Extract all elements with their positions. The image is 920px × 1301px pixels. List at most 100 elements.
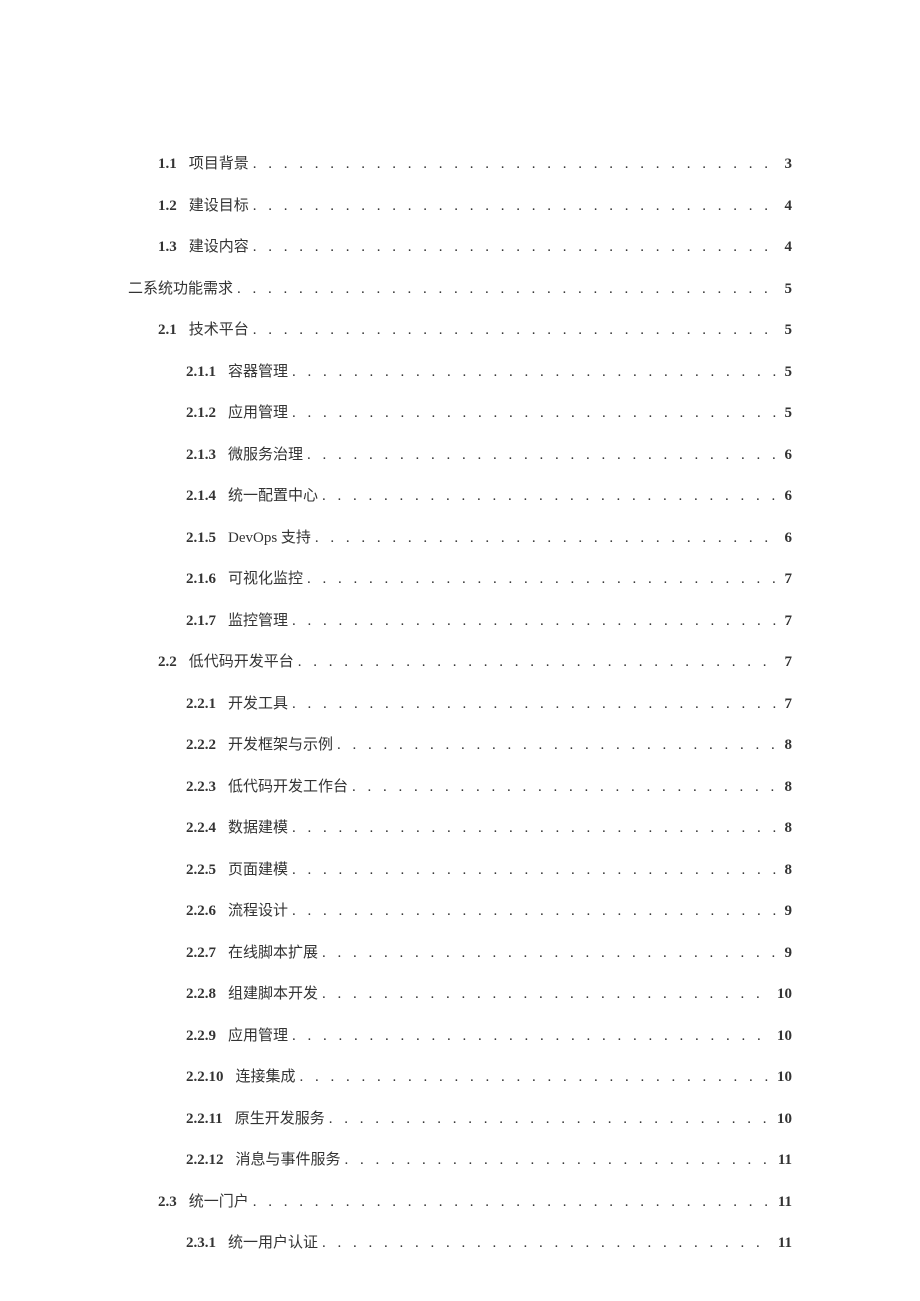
toc-entry[interactable]: 2.2.3 低代码开发工作台. . . . . . . . . . . . . .… — [186, 778, 792, 798]
toc-number: 2.1.2 — [186, 404, 216, 424]
toc-leader: . . . . . . . . . . . . . . . . . . . . … — [292, 861, 778, 881]
toc-number: 2.2.3 — [186, 778, 216, 798]
toc-entry[interactable]: 2.1 技术平台. . . . . . . . . . . . . . . . .… — [158, 321, 792, 341]
toc-number: 2.2 — [158, 653, 177, 673]
toc-entry[interactable]: 2.2.6流程设计. . . . . . . . . . . . . . . .… — [186, 902, 792, 922]
toc-entry[interactable]: 1.1项目背景. . . . . . . . . . . . . . . . .… — [158, 155, 792, 175]
toc-page: 6 — [785, 529, 793, 549]
toc-number: 2.2.6 — [186, 902, 216, 922]
toc-number: 2.2.11 — [186, 1110, 223, 1130]
toc-entry[interactable]: 2.2.5 页面建模. . . . . . . . . . . . . . . .… — [186, 861, 792, 881]
toc-number: 2.2.5 — [186, 861, 216, 881]
toc-leader: . . . . . . . . . . . . . . . . . . . . … — [292, 1027, 771, 1047]
toc-page: 5 — [785, 280, 793, 300]
toc-page: 6 — [785, 446, 793, 466]
toc-page: 7 — [785, 653, 793, 673]
toc-leader: . . . . . . . . . . . . . . . . . . . . … — [253, 321, 779, 341]
toc-number: 2.1 — [158, 321, 177, 341]
toc-leader: . . . . . . . . . . . . . . . . . . . . … — [322, 944, 778, 964]
toc-entry[interactable]: 1.2建设目标. . . . . . . . . . . . . . . . .… — [158, 197, 792, 217]
toc-entry[interactable]: 2.2.12消息与事件服务. . . . . . . . . . . . . .… — [186, 1151, 792, 1171]
toc-title: 开发框架与示例 — [228, 736, 333, 756]
toc-title: 数据建模 — [228, 819, 288, 839]
toc-number: 2.1.6 — [186, 570, 216, 590]
toc-leader: . . . . . . . . . . . . . . . . . . . . … — [315, 529, 779, 549]
toc-leader: . . . . . . . . . . . . . . . . . . . . … — [253, 1193, 772, 1213]
toc-page: 8 — [785, 861, 793, 881]
toc-title: 可视化监控 — [228, 570, 303, 590]
toc-page: 11 — [778, 1234, 792, 1254]
toc-entry[interactable]: 2.1.1容器管理. . . . . . . . . . . . . . . .… — [186, 363, 792, 383]
toc-entry[interactable]: 2.1.6 可视化监控. . . . . . . . . . . . . . . … — [186, 570, 792, 590]
toc-entry[interactable]: 2.3 统一门户. . . . . . . . . . . . . . . . .… — [158, 1193, 792, 1213]
toc-title: 组建脚本开发 — [228, 985, 318, 1005]
toc-page: 10 — [777, 1027, 792, 1047]
toc-number: 2.2.8 — [186, 985, 216, 1005]
toc-entry[interactable]: 2.1.4统一配置中心. . . . . . . . . . . . . . .… — [186, 487, 792, 507]
toc-number: 2.3 — [158, 1193, 177, 1213]
toc-leader: . . . . . . . . . . . . . . . . . . . . … — [337, 736, 778, 756]
toc-title: 统一门户 — [189, 1193, 249, 1213]
toc-entry[interactable]: 2.2.4数据建模. . . . . . . . . . . . . . . .… — [186, 819, 792, 839]
toc-title: DevOps 支持 — [228, 529, 311, 549]
toc-entry[interactable]: 1.3建设内容. . . . . . . . . . . . . . . . .… — [158, 238, 792, 258]
toc-entry[interactable]: 2.2.7在线脚本扩展. . . . . . . . . . . . . . .… — [186, 944, 792, 964]
toc-title: 连接集成 — [236, 1068, 296, 1088]
toc-page: 4 — [785, 238, 793, 258]
toc-title: 二系统功能需求 — [128, 280, 233, 300]
toc-entry[interactable]: 2.1.5 DevOps 支持. . . . . . . . . . . . . … — [186, 529, 792, 549]
toc-leader: . . . . . . . . . . . . . . . . . . . . … — [307, 570, 778, 590]
toc-title: 低代码开发工作台 — [228, 778, 348, 798]
toc-entry[interactable]: 2.2.1开发工具. . . . . . . . . . . . . . . .… — [186, 695, 792, 715]
toc-leader: . . . . . . . . . . . . . . . . . . . . … — [253, 197, 779, 217]
toc-title: 项目背景 — [189, 155, 249, 175]
toc-page: 10 — [777, 1068, 792, 1088]
toc-number: 2.1.4 — [186, 487, 216, 507]
toc-entry[interactable]: 2.2.10 连接集成. . . . . . . . . . . . . . . … — [186, 1068, 792, 1088]
toc-title: 在线脚本扩展 — [228, 944, 318, 964]
toc-entry[interactable]: 2.2.8 组建脚本开发. . . . . . . . . . . . . . .… — [186, 985, 792, 1005]
toc-entry[interactable]: 2.1.7监控管理. . . . . . . . . . . . . . . .… — [186, 612, 792, 632]
toc-page: 8 — [785, 819, 793, 839]
toc-page: 8 — [785, 778, 793, 798]
toc-page: 4 — [785, 197, 793, 217]
toc-title: 统一用户认证 — [228, 1234, 318, 1254]
toc-title: 页面建模 — [228, 861, 288, 881]
toc-entry[interactable]: 二系统功能需求. . . . . . . . . . . . . . . . .… — [128, 280, 792, 300]
toc-number: 1.2 — [158, 197, 177, 217]
toc-number: 2.2.10 — [186, 1068, 224, 1088]
toc-number: 2.2.4 — [186, 819, 216, 839]
toc-entry[interactable]: 2.1.2应用管理. . . . . . . . . . . . . . . .… — [186, 404, 792, 424]
toc-leader: . . . . . . . . . . . . . . . . . . . . … — [292, 695, 778, 715]
toc-page: 7 — [785, 695, 793, 715]
toc-title: 原生开发服务 — [235, 1110, 325, 1130]
toc-leader: . . . . . . . . . . . . . . . . . . . . … — [292, 612, 778, 632]
toc-page: 8 — [785, 736, 793, 756]
toc-page: 6 — [785, 487, 793, 507]
toc-leader: . . . . . . . . . . . . . . . . . . . . … — [322, 985, 771, 1005]
toc-title: 应用管理 — [228, 1027, 288, 1047]
toc-entry[interactable]: 2.2.2 开发框架与示例. . . . . . . . . . . . . . … — [186, 736, 792, 756]
toc-entry[interactable]: 2.2.9应用管理. . . . . . . . . . . . . . . .… — [186, 1027, 792, 1047]
toc-entry[interactable]: 2.3.1统一用户认证. . . . . . . . . . . . . . .… — [186, 1234, 792, 1254]
toc-page: 3 — [785, 155, 793, 175]
toc-page: 10 — [777, 1110, 792, 1130]
toc-entry[interactable]: 2.1.3微服务治理. . . . . . . . . . . . . . . … — [186, 446, 792, 466]
toc-leader: . . . . . . . . . . . . . . . . . . . . … — [292, 902, 778, 922]
toc-title: 消息与事件服务 — [236, 1151, 341, 1171]
toc-leader: . . . . . . . . . . . . . . . . . . . . … — [329, 1110, 771, 1130]
toc-page: 11 — [778, 1193, 792, 1213]
toc-number: 2.2.2 — [186, 736, 216, 756]
toc-leader: . . . . . . . . . . . . . . . . . . . . … — [300, 1068, 771, 1088]
toc-leader: . . . . . . . . . . . . . . . . . . . . … — [322, 1234, 772, 1254]
toc-page: 5 — [785, 363, 793, 383]
toc-title: 技术平台 — [189, 321, 249, 341]
toc-leader: . . . . . . . . . . . . . . . . . . . . … — [352, 778, 778, 798]
toc-number: 2.2.1 — [186, 695, 216, 715]
toc-page: 5 — [785, 321, 793, 341]
toc-page: 9 — [785, 902, 793, 922]
toc-number: 2.1.5 — [186, 529, 216, 549]
toc-entry[interactable]: 2.2.11 原生开发服务. . . . . . . . . . . . . . … — [186, 1110, 792, 1130]
toc-title: 容器管理 — [228, 363, 288, 383]
toc-entry[interactable]: 2.2低代码开发平台. . . . . . . . . . . . . . . … — [158, 653, 792, 673]
